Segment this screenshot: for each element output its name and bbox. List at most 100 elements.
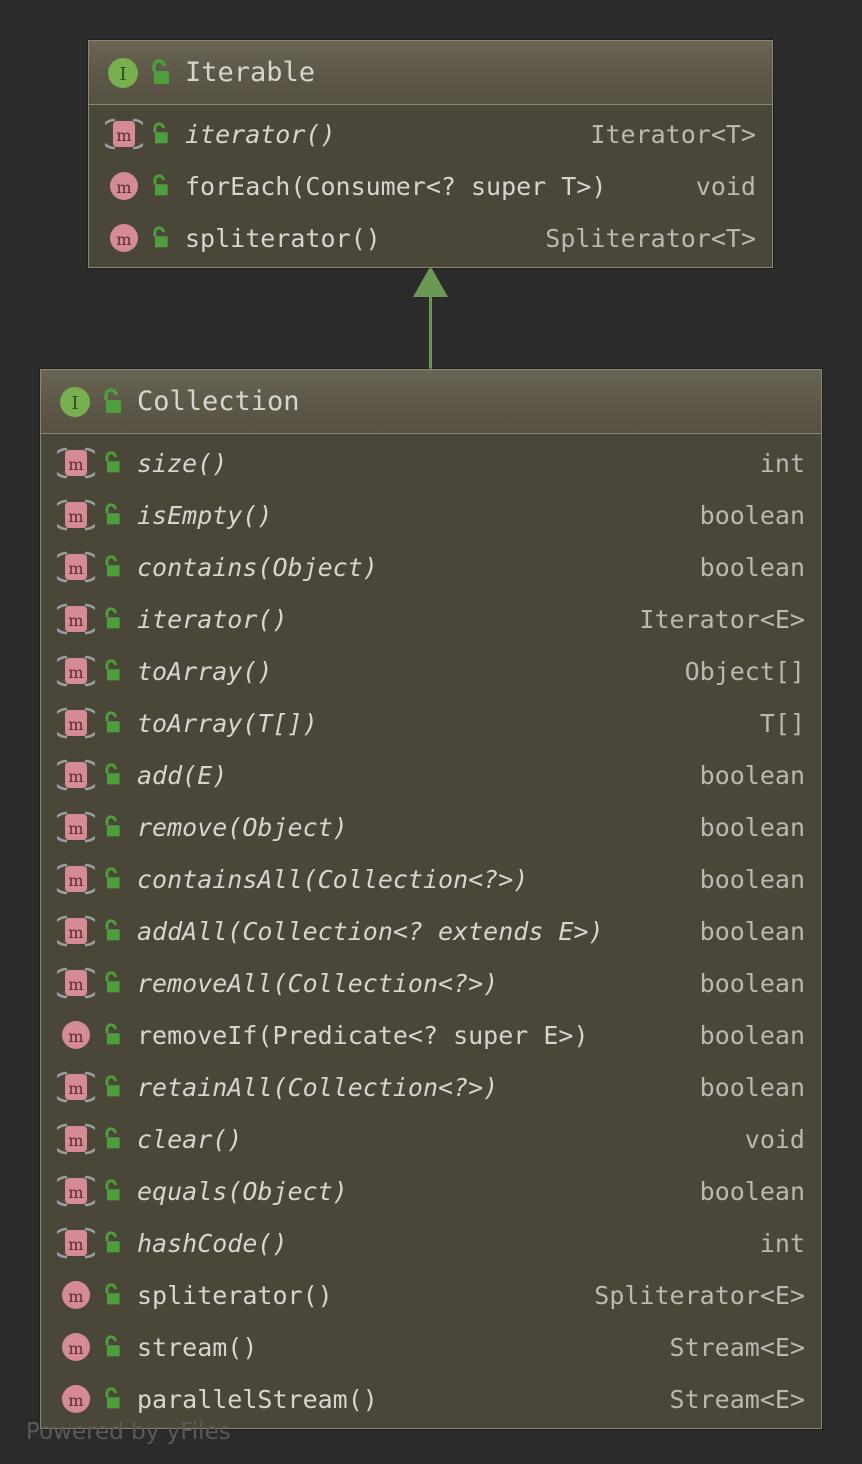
- svg-text:m: m: [68, 663, 83, 682]
- member-row[interactable]: m parallelStream() Stream<E>: [41, 1373, 821, 1425]
- abstract-method-icon: m: [57, 1226, 95, 1260]
- member-row[interactable]: m add(E) boolean: [41, 749, 821, 801]
- member-signature: retainAll(Collection<?>): [137, 1072, 499, 1102]
- svg-text:m: m: [116, 230, 131, 249]
- interface-icon: I: [57, 384, 93, 420]
- member-row[interactable]: m remove(Object) boolean: [41, 801, 821, 853]
- abstract-method-icon: m: [57, 1070, 95, 1104]
- svg-text:m: m: [68, 923, 83, 942]
- generalization-arrowhead-icon: [413, 266, 448, 297]
- member-row[interactable]: m stream() Stream<E>: [41, 1321, 821, 1373]
- svg-text:m: m: [68, 1079, 83, 1098]
- member-row[interactable]: m removeAll(Collection<?>) boolean: [41, 957, 821, 1009]
- member-return-type: boolean: [699, 760, 805, 790]
- method-icon: m: [105, 169, 143, 203]
- member-row[interactable]: m iterator() Iterator<T>: [89, 108, 772, 160]
- uml-class-collection[interactable]: I Collection m size() int m isEmpty() boolean…: [40, 369, 822, 1429]
- svg-text:m: m: [68, 975, 83, 994]
- unlocked-padlock-icon: [99, 760, 125, 790]
- abstract-method-icon: m: [57, 706, 95, 740]
- unlocked-padlock-icon: [99, 812, 125, 842]
- member-return-type: boolean: [699, 968, 805, 998]
- member-signature: remove(Object): [137, 812, 348, 842]
- member-signature: toArray(): [137, 656, 273, 686]
- member-signature: removeIf(Predicate<? super E>): [137, 1020, 589, 1050]
- method-icon: m: [57, 1382, 95, 1416]
- member-row[interactable]: m clear() void: [41, 1113, 821, 1165]
- member-return-type: void: [744, 1124, 805, 1154]
- class-members-iterable: m iterator() Iterator<T> m forEach(Consu…: [89, 105, 772, 267]
- method-icon: m: [57, 1018, 95, 1052]
- method-icon: m: [105, 221, 143, 255]
- member-signature: spliterator(): [137, 1280, 333, 1310]
- member-row[interactable]: m size() int: [41, 437, 821, 489]
- unlocked-padlock-icon: [147, 171, 173, 201]
- abstract-method-icon: m: [57, 498, 95, 532]
- member-signature: parallelStream(): [137, 1384, 378, 1414]
- unlocked-padlock-icon: [99, 1176, 125, 1206]
- unlocked-padlock-icon: [99, 387, 125, 417]
- member-row[interactable]: m toArray() Object[]: [41, 645, 821, 697]
- method-icon: m: [57, 1278, 95, 1312]
- unlocked-padlock-icon: [99, 864, 125, 894]
- unlocked-padlock-icon: [99, 1280, 125, 1310]
- unlocked-padlock-icon: [99, 968, 125, 998]
- uml-class-iterable[interactable]: I Iterable m iterator() Iterator<T> m fo…: [88, 40, 773, 268]
- member-return-type: void: [695, 171, 756, 201]
- member-return-type: int: [759, 1228, 805, 1258]
- member-return-type: Spliterator<T>: [545, 223, 756, 253]
- member-return-type: boolean: [699, 552, 805, 582]
- class-header-collection[interactable]: I Collection: [41, 370, 821, 434]
- unlocked-padlock-icon: [147, 223, 173, 253]
- svg-text:m: m: [68, 715, 83, 734]
- member-signature: iterator(): [137, 604, 288, 634]
- svg-text:m: m: [68, 559, 83, 578]
- svg-text:m: m: [68, 1235, 83, 1254]
- svg-text:m: m: [68, 507, 83, 526]
- member-row[interactable]: m addAll(Collection<? extends E>) boolean: [41, 905, 821, 957]
- method-icon: m: [57, 1330, 95, 1364]
- member-row[interactable]: m iterator() Iterator<E>: [41, 593, 821, 645]
- svg-text:m: m: [68, 455, 83, 474]
- member-row[interactable]: m toArray(T[]) T[]: [41, 697, 821, 749]
- member-signature: clear(): [137, 1124, 243, 1154]
- svg-text:I: I: [71, 393, 78, 414]
- svg-text:m: m: [68, 1339, 83, 1358]
- abstract-method-icon: m: [105, 117, 143, 151]
- member-row[interactable]: m isEmpty() boolean: [41, 489, 821, 541]
- abstract-method-icon: m: [57, 654, 95, 688]
- member-return-type: boolean: [699, 864, 805, 894]
- svg-text:I: I: [119, 64, 126, 85]
- unlocked-padlock-icon: [147, 58, 173, 88]
- unlocked-padlock-icon: [99, 708, 125, 738]
- unlocked-padlock-icon: [99, 1124, 125, 1154]
- member-return-type: boolean: [699, 1176, 805, 1206]
- svg-text:m: m: [68, 1183, 83, 1202]
- member-row[interactable]: m contains(Object) boolean: [41, 541, 821, 593]
- abstract-method-icon: m: [57, 602, 95, 636]
- member-row[interactable]: m removeIf(Predicate<? super E>) boolean: [41, 1009, 821, 1061]
- member-row[interactable]: m equals(Object) boolean: [41, 1165, 821, 1217]
- member-row[interactable]: m containsAll(Collection<?>) boolean: [41, 853, 821, 905]
- member-signature: equals(Object): [137, 1176, 348, 1206]
- member-row[interactable]: m forEach(Consumer<? super T>) void: [89, 160, 772, 212]
- member-signature: hashCode(): [137, 1228, 288, 1258]
- class-name-label: Iterable: [185, 57, 316, 88]
- member-row[interactable]: m spliterator() Spliterator<T>: [89, 212, 772, 264]
- abstract-method-icon: m: [57, 966, 95, 1000]
- unlocked-padlock-icon: [99, 1020, 125, 1050]
- member-return-type: Object[]: [684, 656, 805, 686]
- member-return-type: boolean: [699, 1072, 805, 1102]
- member-signature: forEach(Consumer<? super T>): [185, 171, 607, 201]
- unlocked-padlock-icon: [99, 916, 125, 946]
- member-row[interactable]: m spliterator() Spliterator<E>: [41, 1269, 821, 1321]
- class-header-iterable[interactable]: I Iterable: [89, 41, 772, 105]
- abstract-method-icon: m: [57, 862, 95, 896]
- svg-text:m: m: [116, 178, 131, 197]
- member-return-type: int: [759, 448, 805, 478]
- member-return-type: T[]: [759, 708, 805, 738]
- member-return-type: Spliterator<E>: [594, 1280, 805, 1310]
- member-row[interactable]: m hashCode() int: [41, 1217, 821, 1269]
- member-signature: iterator(): [185, 119, 336, 149]
- member-row[interactable]: m retainAll(Collection<?>) boolean: [41, 1061, 821, 1113]
